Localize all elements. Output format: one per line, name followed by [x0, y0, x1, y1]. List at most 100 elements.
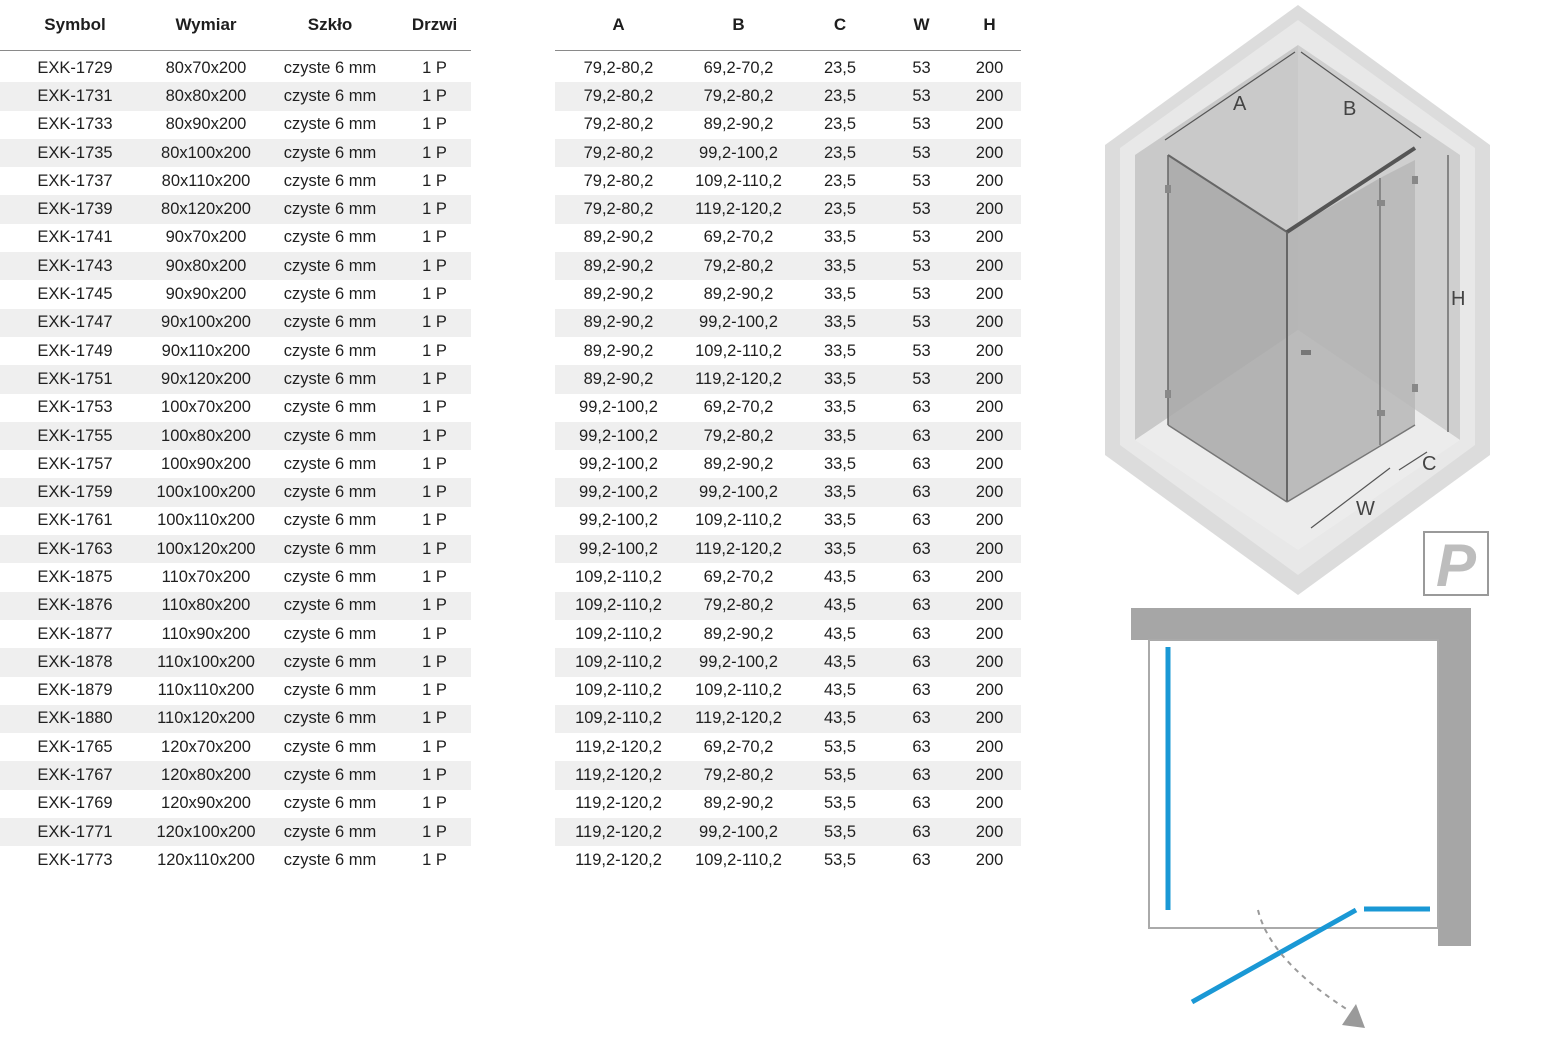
table-row: EXK-1876 110x80x200 czyste 6 mm 1 P: [0, 591, 471, 620]
right-cell-4: 200: [975, 454, 1004, 473]
right-cell-2: 23,5: [823, 143, 857, 162]
right-cell-0: 99,2-100,2: [579, 511, 658, 530]
left-cell-1: 100x70x200: [161, 398, 251, 417]
table-row: 109,2-110,2 89,2-90,2 43,5 63 200: [555, 620, 1021, 648]
right-cell-1: 89,2-90,2: [703, 454, 774, 473]
door-handle-icon: [1301, 350, 1311, 355]
left-cell-0: EXK-1877: [37, 624, 113, 643]
right-cell-4: 200: [975, 86, 1004, 105]
right-cell-0: 89,2-90,2: [583, 313, 654, 332]
right-cell-4: 200: [975, 822, 1004, 841]
tray-outline: [1148, 639, 1439, 929]
right-cell-4: 200: [975, 369, 1004, 388]
table-row: 79,2-80,2 109,2-110,2 23,5 53 200: [555, 167, 1021, 195]
right-cell-1: 89,2-90,2: [703, 794, 774, 813]
right-cell-0: 119,2-120,2: [575, 850, 662, 869]
table-row: EXK-1765 120x70x200 czyste 6 mm 1 P: [0, 733, 471, 761]
table-body-left: EXK-1729 80x70x200 czyste 6 mm 1 P EXK-1731 8…: [0, 54, 471, 875]
right-cell-3: 63: [912, 737, 931, 756]
right-cell-2: 33,5: [823, 285, 857, 304]
right-cell-2: 43,5: [823, 652, 857, 671]
right-cell-3: 63: [912, 511, 931, 530]
right-cell-1: 109,2-110,2: [695, 850, 782, 869]
left-cell-1: 110x100x200: [157, 652, 255, 671]
table-header-left: Symbol Wymiar Szkło Drzwi: [0, 0, 471, 51]
right-cell-3: 53: [912, 369, 931, 388]
right-cell-0: 89,2-90,2: [583, 285, 654, 304]
left-cell-0: EXK-1767: [37, 766, 113, 785]
table-row: 89,2-90,2 109,2-110,2 33,5 53 200: [555, 337, 1021, 365]
right-cell-1: 79,2-80,2: [703, 426, 774, 445]
left-cell-2: czyste 6 mm: [283, 341, 377, 360]
right-cell-1: 109,2-110,2: [695, 341, 782, 360]
left-cell-2: czyste 6 mm: [283, 567, 377, 586]
right-cell-3: 63: [912, 652, 931, 671]
dim-label-c: C: [1422, 453, 1436, 475]
right-cell-3: 63: [912, 709, 931, 728]
right-cell-3: 63: [912, 681, 931, 700]
right-cell-2: 23,5: [823, 86, 857, 105]
left-cell-2: czyste 6 mm: [283, 737, 377, 756]
table-row: EXK-1753 100x70x200 czyste 6 mm 1 P: [0, 394, 471, 422]
right-cell-1: 69,2-70,2: [703, 398, 774, 417]
header-b: B: [732, 15, 745, 34]
right-cell-0: 79,2-80,2: [583, 143, 654, 162]
right-cell-1: 109,2-110,2: [695, 171, 782, 190]
left-cell-0: EXK-1763: [37, 539, 113, 558]
table-row: 89,2-90,2 119,2-120,2 33,5 53 200: [555, 365, 1021, 394]
left-cell-2: czyste 6 mm: [283, 143, 377, 162]
header-wymiar: Wymiar: [175, 15, 237, 34]
table-row: EXK-1767 120x80x200 czyste 6 mm 1 P: [0, 761, 471, 790]
left-cell-0: EXK-1753: [37, 398, 113, 417]
left-cell-0: EXK-1759: [37, 483, 113, 502]
table-row: EXK-1875 110x70x200 czyste 6 mm 1 P: [0, 563, 471, 591]
left-cell-1: 120x110x200: [157, 850, 255, 869]
right-cell-0: 109,2-110,2: [575, 624, 662, 643]
left-cell-2: czyste 6 mm: [283, 483, 377, 502]
table-row: EXK-1761 100x110x200 czyste 6 mm 1 P: [0, 507, 471, 535]
right-cell-0: 109,2-110,2: [575, 652, 662, 671]
right-cell-4: 200: [975, 681, 1004, 700]
left-cell-1: 80x70x200: [165, 58, 247, 77]
right-cell-3: 63: [912, 483, 931, 502]
left-cell-3: 1 P: [422, 341, 447, 360]
left-cell-3: 1 P: [422, 426, 447, 445]
table-row: EXK-1878 110x100x200 czyste 6 mm 1 P: [0, 648, 471, 677]
left-cell-3: 1 P: [422, 681, 447, 700]
right-cell-0: 99,2-100,2: [579, 539, 658, 558]
right-cell-4: 200: [975, 256, 1004, 275]
right-cell-0: 119,2-120,2: [575, 737, 662, 756]
plan-view-diagram: [1131, 608, 1471, 1028]
left-cell-1: 110x80x200: [161, 596, 251, 615]
left-cell-1: 80x100x200: [161, 143, 251, 162]
right-cell-4: 200: [975, 483, 1004, 502]
right-cell-4: 200: [975, 58, 1004, 77]
right-cell-3: 53: [912, 143, 931, 162]
left-cell-0: EXK-1749: [37, 341, 113, 360]
right-cell-3: 63: [912, 398, 931, 417]
table-row: 119,2-120,2 99,2-100,2 53,5 63 200: [555, 818, 1021, 847]
right-cell-4: 200: [975, 426, 1004, 445]
right-cell-4: 200: [975, 313, 1004, 332]
dim-label-a: A: [1233, 93, 1247, 115]
hinge-icon: [1412, 176, 1418, 184]
right-cell-0: 99,2-100,2: [579, 426, 658, 445]
left-cell-1: 100x90x200: [161, 454, 251, 473]
right-cell-1: 109,2-110,2: [695, 681, 782, 700]
left-cell-1: 90x110x200: [161, 341, 251, 360]
left-cell-0: EXK-1739: [37, 200, 113, 219]
right-cell-3: 63: [912, 850, 931, 869]
right-cell-0: 119,2-120,2: [575, 822, 662, 841]
right-cell-0: 89,2-90,2: [583, 228, 654, 247]
table-row: 89,2-90,2 79,2-80,2 33,5 53 200: [555, 252, 1021, 281]
right-cell-1: 109,2-110,2: [695, 511, 782, 530]
left-cell-1: 120x90x200: [161, 794, 251, 813]
left-cell-1: 90x100x200: [161, 313, 251, 332]
left-cell-3: 1 P: [422, 652, 447, 671]
right-cell-2: 23,5: [823, 115, 857, 134]
right-cell-1: 99,2-100,2: [699, 143, 778, 162]
right-cell-1: 69,2-70,2: [703, 228, 774, 247]
right-cell-3: 63: [912, 539, 931, 558]
right-cell-2: 23,5: [823, 58, 857, 77]
left-cell-0: EXK-1879: [37, 681, 113, 700]
